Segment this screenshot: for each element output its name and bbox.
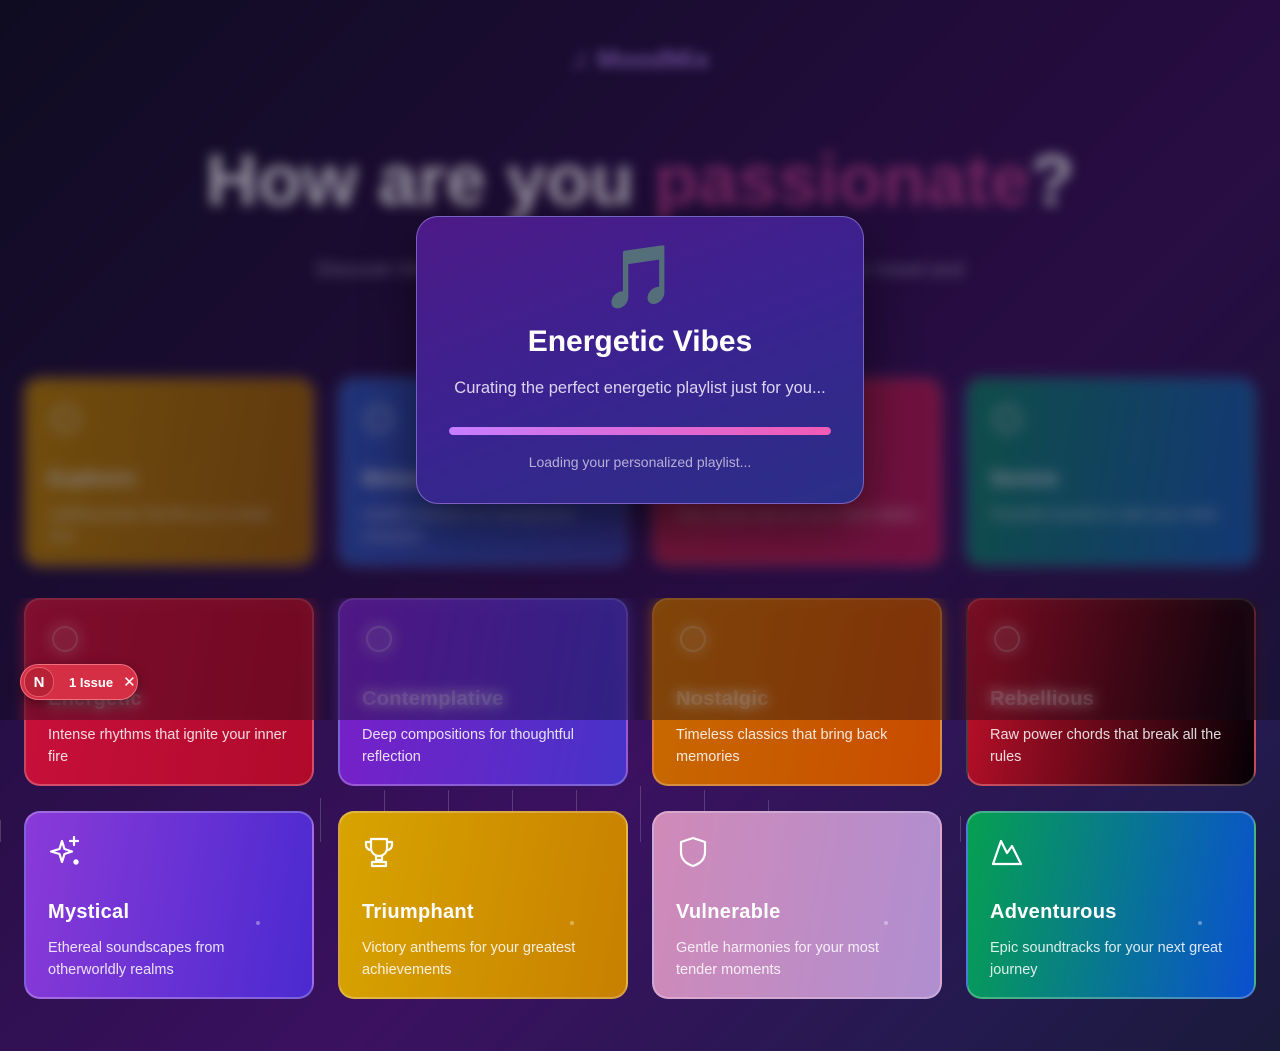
deco-dot [256,921,260,925]
shield-icon [676,835,710,869]
loading-modal: 🎵 Energetic Vibes Curating the perfect e… [416,216,864,504]
modal-footer: Loading your personalized playlist... [528,454,752,470]
mood-card-vulnerable[interactable]: Vulnerable Gentle harmonies for your most… [652,811,942,999]
mood-card-description: Timeless classics that bring back memori… [676,727,888,765]
nextjs-logo-icon: N [24,667,54,697]
deco-line [704,790,705,812]
mountain-icon [990,835,1024,869]
deco-line [384,790,385,812]
deco-line [0,820,1,842]
mood-card-mystical[interactable]: Mystical Ethereal soundscapes from otherw… [24,811,314,999]
sparkles-icon [48,835,82,869]
mood-card-adventurous[interactable]: Adventurous Epic soundtracks for your nex… [966,811,1256,999]
mood-card-description: Intense rhythms that ignite your inner f… [48,727,287,765]
mood-card-title: Triumphant [362,901,474,923]
mood-card-description: Raw power chords that break all the rule… [990,727,1222,765]
mood-card-title: Mystical [48,901,130,923]
deco-line [512,790,513,812]
close-icon[interactable]: ✕ [123,673,136,691]
progress-fill [449,427,831,435]
deco-dot [884,921,888,925]
deco-line [576,790,577,812]
issues-count-label[interactable]: 1 Issue [69,675,113,690]
trophy-icon [362,835,396,869]
deco-line [448,790,449,812]
mood-card-description: Ethereal soundscapes from otherworldly r… [48,940,225,978]
mood-card-triumphant[interactable]: Triumphant Victory anthems for your great… [338,811,628,999]
mood-card-description: Deep compositions for thoughtful reflect… [362,727,574,765]
mood-card-description: Gentle harmonies for your most tender mo… [676,940,880,978]
mood-grid-bottom: Mystical Ethereal soundscapes from otherw… [24,811,1256,999]
mood-card-description: Epic soundtracks for your next great jou… [990,940,1223,978]
progress-bar [449,427,831,435]
deco-dot [570,921,574,925]
dev-issues-badge[interactable]: N 1 Issue ✕ [20,664,138,700]
modal-message: Curating the perfect energetic playlist … [454,379,826,397]
deco-dot [1198,921,1202,925]
modal-title: Energetic Vibes [527,325,753,358]
music-note-icon: 🎵 [601,243,679,312]
mood-card-description: Victory anthems for your greatest achiev… [362,940,576,978]
mood-card-title: Adventurous [990,901,1117,923]
mood-card-title: Vulnerable [676,901,781,923]
